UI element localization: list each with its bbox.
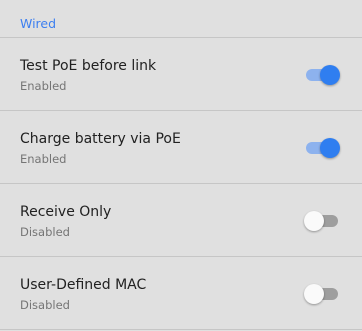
section-title: Wired (20, 16, 57, 31)
switch-thumb (320, 138, 340, 158)
setting-title: Receive Only (20, 204, 112, 220)
setting-status: Disabled (20, 298, 70, 312)
toggle-switch[interactable] (304, 65, 340, 85)
setting-charge-battery[interactable]: Charge battery via PoE Enabled (0, 111, 362, 184)
setting-user-defined-mac[interactable]: User-Defined MAC Disabled (0, 257, 362, 330)
section-header: Wired (0, 0, 362, 38)
setting-status: Enabled (20, 152, 67, 166)
switch-thumb (304, 284, 324, 304)
toggle-switch[interactable] (304, 284, 340, 304)
setting-status: Enabled (20, 79, 67, 93)
setting-title: User-Defined MAC (20, 277, 147, 293)
toggle-switch[interactable] (304, 138, 340, 158)
setting-test-poe[interactable]: Test PoE before link Enabled (0, 38, 362, 111)
switch-thumb (320, 65, 340, 85)
settings-screen: Wired Test PoE before link Enabled Charg… (0, 0, 362, 331)
switch-thumb (304, 211, 324, 231)
setting-receive-only[interactable]: Receive Only Disabled (0, 184, 362, 257)
setting-status: Disabled (20, 225, 70, 239)
setting-title: Charge battery via PoE (20, 131, 181, 147)
toggle-switch[interactable] (304, 211, 340, 231)
setting-title: Test PoE before link (20, 58, 157, 74)
